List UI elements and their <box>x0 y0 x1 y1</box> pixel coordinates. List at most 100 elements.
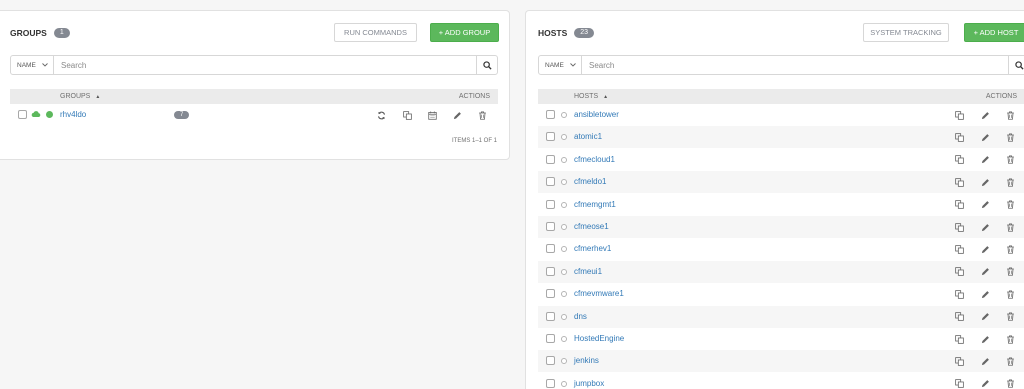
row-checkbox[interactable] <box>546 356 555 366</box>
row-checkbox[interactable] <box>546 378 555 388</box>
table-row: atomic1 <box>538 126 1024 149</box>
row-checkbox[interactable] <box>18 110 27 119</box>
groups-search-input[interactable] <box>54 56 476 74</box>
host-link[interactable]: cfmemgmt1 <box>574 200 616 209</box>
row-checkbox[interactable] <box>546 266 555 276</box>
copy-icon[interactable] <box>954 289 964 299</box>
copy-icon[interactable] <box>954 132 964 142</box>
host-link[interactable]: cfmeldo1 <box>574 177 606 186</box>
copy-icon[interactable] <box>954 356 964 366</box>
delete-icon[interactable] <box>1005 356 1015 366</box>
copy-icon[interactable] <box>954 110 964 120</box>
sync-icon[interactable] <box>376 110 386 120</box>
groups-count-badge: 1 <box>53 28 70 38</box>
delete-icon[interactable] <box>1005 312 1015 322</box>
add-host-button[interactable]: + ADD HOST <box>964 23 1024 42</box>
groups-search-key-dropdown[interactable]: NAME <box>11 56 54 74</box>
status-unknown-icon <box>561 201 567 208</box>
search-icon <box>482 60 492 70</box>
status-unknown-icon <box>561 336 567 342</box>
status-unknown-icon <box>561 179 567 186</box>
host-link[interactable]: ansibletower <box>574 110 619 119</box>
delete-icon[interactable] <box>1005 177 1015 187</box>
edit-icon[interactable] <box>980 177 990 187</box>
copy-icon[interactable] <box>954 177 964 187</box>
edit-icon[interactable] <box>980 244 990 254</box>
hosts-column-header[interactable]: HOSTS ▲ <box>574 93 608 100</box>
copy-icon[interactable] <box>402 110 412 120</box>
delete-icon[interactable] <box>1005 289 1015 299</box>
copy-icon[interactable] <box>954 200 964 210</box>
delete-icon[interactable] <box>1005 267 1015 277</box>
edit-icon[interactable] <box>980 289 990 299</box>
copy-icon[interactable] <box>954 312 964 322</box>
edit-icon[interactable] <box>980 356 990 366</box>
table-row: cfmevmware1 <box>538 283 1024 305</box>
edit-icon[interactable] <box>980 379 990 389</box>
delete-icon[interactable] <box>1005 132 1015 142</box>
delete-icon[interactable] <box>1005 155 1015 165</box>
hosts-search-key-dropdown[interactable]: NAME <box>539 56 582 74</box>
edit-icon[interactable] <box>452 110 462 120</box>
run-commands-button[interactable]: RUN COMMANDS <box>334 23 417 42</box>
group-link[interactable]: rhv4ldo <box>60 110 86 119</box>
row-checkbox[interactable] <box>546 199 555 209</box>
host-link[interactable]: HostedEngine <box>574 334 624 343</box>
host-link[interactable]: atomic1 <box>574 132 602 141</box>
host-link[interactable]: cfmerhev1 <box>574 244 611 253</box>
groups-search-button[interactable] <box>476 56 497 74</box>
edit-icon[interactable] <box>980 312 990 322</box>
copy-icon[interactable] <box>954 334 964 344</box>
system-tracking-button[interactable]: SYSTEM TRACKING <box>863 23 949 42</box>
copy-icon[interactable] <box>954 379 964 389</box>
status-unknown-icon <box>561 112 567 118</box>
row-checkbox[interactable] <box>546 154 555 164</box>
groups-column-header[interactable]: GROUPS ▲ <box>60 93 100 100</box>
host-link[interactable]: cfmevmware1 <box>574 289 624 298</box>
row-checkbox[interactable] <box>546 132 555 142</box>
delete-icon[interactable] <box>477 110 487 120</box>
row-checkbox[interactable] <box>546 334 555 343</box>
host-link[interactable]: jenkins <box>574 356 599 365</box>
hosts-column-label: HOSTS <box>574 93 599 100</box>
hosts-search-input[interactable] <box>582 56 1008 74</box>
edit-icon[interactable] <box>980 132 990 142</box>
host-link[interactable]: cfmeose1 <box>574 222 609 231</box>
host-link[interactable]: cfmecloud1 <box>574 155 615 164</box>
edit-icon[interactable] <box>980 200 990 210</box>
delete-icon[interactable] <box>1005 334 1015 344</box>
hosts-search-button[interactable] <box>1008 56 1024 74</box>
row-checkbox[interactable] <box>546 311 555 321</box>
hosts-count-badge: 23 <box>574 28 595 38</box>
copy-icon[interactable] <box>954 222 964 232</box>
row-checkbox[interactable] <box>546 289 555 299</box>
delete-icon[interactable] <box>1005 222 1015 232</box>
delete-icon[interactable] <box>1005 244 1015 254</box>
host-link[interactable]: dns <box>574 312 587 321</box>
hosts-count-badge: 7 <box>174 111 190 119</box>
edit-icon[interactable] <box>980 222 990 232</box>
host-link[interactable]: cfmeui1 <box>574 267 602 276</box>
delete-icon[interactable] <box>1005 200 1015 210</box>
edit-icon[interactable] <box>980 155 990 165</box>
row-checkbox[interactable] <box>546 244 555 254</box>
sort-asc-icon: ▲ <box>95 93 101 100</box>
copy-icon[interactable] <box>954 155 964 165</box>
row-checkbox[interactable] <box>546 110 555 119</box>
copy-icon[interactable] <box>954 244 964 254</box>
copy-icon[interactable] <box>954 267 964 277</box>
host-link[interactable]: jumpbox <box>574 379 604 388</box>
table-row: cfmecloud1 <box>538 149 1024 171</box>
add-group-button[interactable]: + ADD GROUP <box>430 23 499 42</box>
edit-icon[interactable] <box>980 267 990 277</box>
edit-icon[interactable] <box>980 110 990 120</box>
sort-asc-icon: ▲ <box>603 93 609 100</box>
edit-icon[interactable] <box>980 334 990 344</box>
row-checkbox[interactable] <box>546 177 555 187</box>
table-row: rhv4ldo 7 <box>10 104 498 126</box>
delete-icon[interactable] <box>1005 110 1015 120</box>
calendar-icon[interactable] <box>427 110 437 120</box>
hosts-search: NAME <box>538 55 1024 75</box>
delete-icon[interactable] <box>1005 379 1015 389</box>
row-checkbox[interactable] <box>546 222 555 231</box>
